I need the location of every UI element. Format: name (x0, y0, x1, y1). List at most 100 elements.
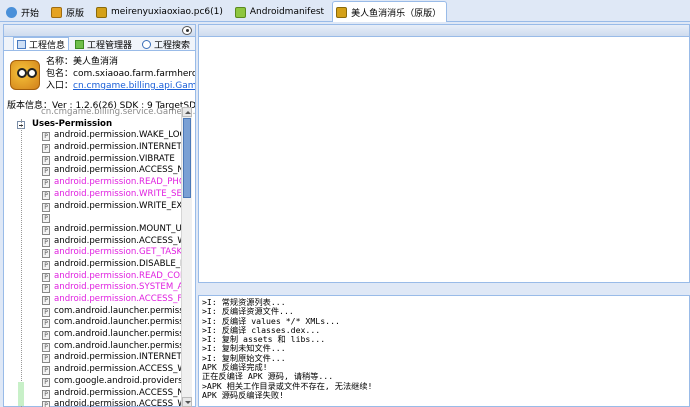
permission-label: android.permission.ACCESS_FINE_ (54, 294, 182, 304)
document-tab-bar: 开始 原版 meirenyuxiaoxiao.pc6(1) Androidman… (0, 0, 690, 22)
scroll-down-button[interactable] (182, 397, 192, 407)
tab-project-manager[interactable]: 工程管理器 (71, 37, 136, 51)
permission-icon: P (42, 389, 50, 399)
permission-icon: P (42, 319, 50, 329)
scroll-thumb[interactable] (183, 118, 191, 198)
permission-row[interactable]: Pandroid.permission.GET_TASKS (4, 247, 182, 259)
permission-row[interactable]: Pandroid.permission.MOUNT_UNM (4, 224, 182, 236)
permission-row[interactable]: Pandroid.permission.READ_CONTAC (4, 271, 182, 283)
permission-label: android.permission.DISABLE_KEYG (54, 258, 182, 269)
permission-icon: P (42, 155, 50, 165)
permission-label: com.android.launcher.permission. (54, 305, 182, 316)
app-entry: 入口：cn.cmgame.billing.api.GameOp... (42, 80, 195, 92)
permission-row[interactable]: Pcom.android.launcher.permission. (4, 329, 182, 341)
tab-label: 原版 (66, 8, 85, 19)
tab-meirenyu-pc6[interactable]: meirenyuxiaoxiao.pc6(1) (92, 2, 229, 21)
permission-row[interactable]: Pcom.google.android.providers.gsf (4, 376, 182, 388)
console-line: APK 源码反编译失败! (202, 389, 284, 400)
permission-row[interactable]: Pandroid.permission.ACCESS_WIFI_ (4, 364, 182, 376)
tab-label: 开始 (21, 8, 40, 19)
app-package: 包名：com.sxiaoao.farm.farmherohx (46, 69, 195, 79)
tab-project-search[interactable]: 工程搜索 (138, 37, 194, 51)
permission-icon: P (42, 260, 50, 270)
permission-row[interactable]: Pandroid.permission.WRITE_EXTERI (4, 201, 182, 213)
tab-meirenyu-original[interactable]: 美人鱼消消乐（原版） (332, 1, 448, 22)
permission-icon: P (42, 179, 50, 189)
permission-row[interactable]: Pandroid.permission.ACCESS_NETW (4, 165, 182, 177)
project-info: 名称：美人鱼消消 包名：com.sxiaoao.farm.farmherohx … (4, 56, 195, 100)
permission-row[interactable]: Pandroid.permission.INTERNET (4, 142, 182, 154)
permission-icon: P (42, 307, 50, 317)
home-icon (6, 6, 17, 18)
permission-icon: P (42, 366, 50, 376)
permission-row[interactable]: Pandroid.permission.DISABLE_KEYG (4, 259, 182, 271)
entry-link[interactable]: cn.cmgame.billing.api.GameOp... (73, 81, 195, 91)
console-line: >I: 复制原始文件... (202, 352, 286, 363)
permission-list: Pandroid.permission.WAKE_LOCK Pandroid.pe… (4, 130, 195, 407)
permission-icon: P (42, 377, 50, 387)
app-icon (10, 60, 40, 90)
permission-label: android.permission.SYSTEM_ALER (54, 282, 182, 293)
permission-row[interactable]: Pandroid.permission.READ_PHONE_ (4, 177, 182, 189)
editor-header (199, 25, 689, 37)
output-console: >I: 常规资源列表... >I: 反编译资源文件... >I: 反编译 val… (198, 295, 690, 407)
tab-label: 美人鱼消消乐（原版） (351, 8, 442, 19)
project-subtabs: 工程信息 工程管理器 工程搜索 (4, 37, 195, 51)
permission-icon: P (42, 354, 50, 364)
panel-splitter[interactable] (198, 283, 690, 295)
permission-label: android.permission.WAKE_LOCK (54, 130, 182, 141)
permission-icon: P (42, 296, 50, 305)
permission-label: android.permission.READ_PHONE_ (54, 177, 182, 188)
permission-row[interactable]: P (4, 212, 182, 224)
permission-icon: P (42, 331, 50, 341)
permission-label: android.permission.WRITE_SETTIN (54, 188, 182, 199)
tree-group-uses-permission[interactable]: Uses-Permission (4, 119, 195, 131)
tab-label: Androidmanifest (249, 7, 325, 17)
tab-original[interactable]: 原版 (47, 2, 90, 21)
permission-label: android.permission.ACCESS_NETW (54, 165, 182, 176)
permission-label: android.permission.ACCESS_NETW (54, 387, 182, 398)
tree-row-service[interactable]: cn.cmgame.billing.service.GameSe... (4, 107, 195, 119)
permission-icon: P (42, 284, 50, 294)
manifest-tree: cn.cmgame.billing.service.GameSe... Uses… (4, 107, 195, 407)
permission-icon: P (42, 190, 50, 200)
tab-androidmanifest[interactable]: Androidmanifest (231, 2, 330, 21)
source-icon (51, 6, 63, 18)
permission-icon: P (42, 272, 50, 282)
tree-scrollbar[interactable] (181, 107, 192, 407)
permission-row[interactable]: Pcom.android.launcher.permission. (4, 306, 182, 318)
permission-row[interactable]: Pandroid.permission.ACCESS_WIFI_ (4, 236, 182, 248)
tab-start[interactable]: 开始 (2, 2, 45, 21)
android-icon (234, 6, 246, 18)
permission-icon: P (42, 342, 50, 352)
permission-row[interactable]: Pandroid.permission.SYSTEM_ALER (4, 282, 182, 294)
permission-row[interactable]: Pcom.android.launcher.permission. (4, 341, 182, 353)
permission-icon: P (42, 225, 50, 235)
app-name: 名称：美人鱼消消 (46, 57, 119, 67)
change-marker (18, 382, 24, 406)
permission-row[interactable]: Pandroid.permission.VIBRATE (4, 154, 182, 166)
permission-row[interactable]: Pandroid.permission.ACCESS_WIFI_ (4, 399, 182, 407)
permission-row[interactable]: Pandroid.permission.WAKE_LOCK (4, 130, 182, 142)
permission-label: com.android.launcher.permission. (54, 317, 182, 328)
permission-icon: P (42, 237, 50, 247)
eye-icon[interactable] (182, 26, 192, 35)
permission-label: android.permission.INTERNET (54, 352, 182, 363)
permission-label: android.permission.GET_TASKS (54, 247, 182, 258)
permission-row[interactable]: Pandroid.permission.WRITE_SETTIN (4, 189, 182, 201)
permission-row[interactable]: Pcom.android.launcher.permission. (4, 317, 182, 329)
permission-label: android.permission.INTERNET (54, 142, 182, 153)
permission-row[interactable]: Pandroid.permission.ACCESS_FINE_ (4, 294, 182, 306)
permission-row[interactable]: Pandroid.permission.INTERNET (4, 352, 182, 364)
permission-label: android.permission.VIBRATE (54, 153, 175, 164)
game-icon (336, 6, 348, 18)
editor-area (198, 24, 690, 283)
scroll-up-button[interactable] (182, 107, 192, 117)
permission-icon: P (42, 132, 50, 142)
entry-prefix: 入口： (46, 81, 74, 91)
tab-project-info[interactable]: 工程信息 (13, 37, 70, 51)
panel-header (4, 25, 195, 37)
permission-label: android.permission.MOUNT_UNM (54, 223, 182, 234)
permission-label: android.permission.ACCESS_WIFI_ (54, 399, 182, 407)
permission-row[interactable]: Pandroid.permission.ACCESS_NETW (4, 388, 182, 400)
